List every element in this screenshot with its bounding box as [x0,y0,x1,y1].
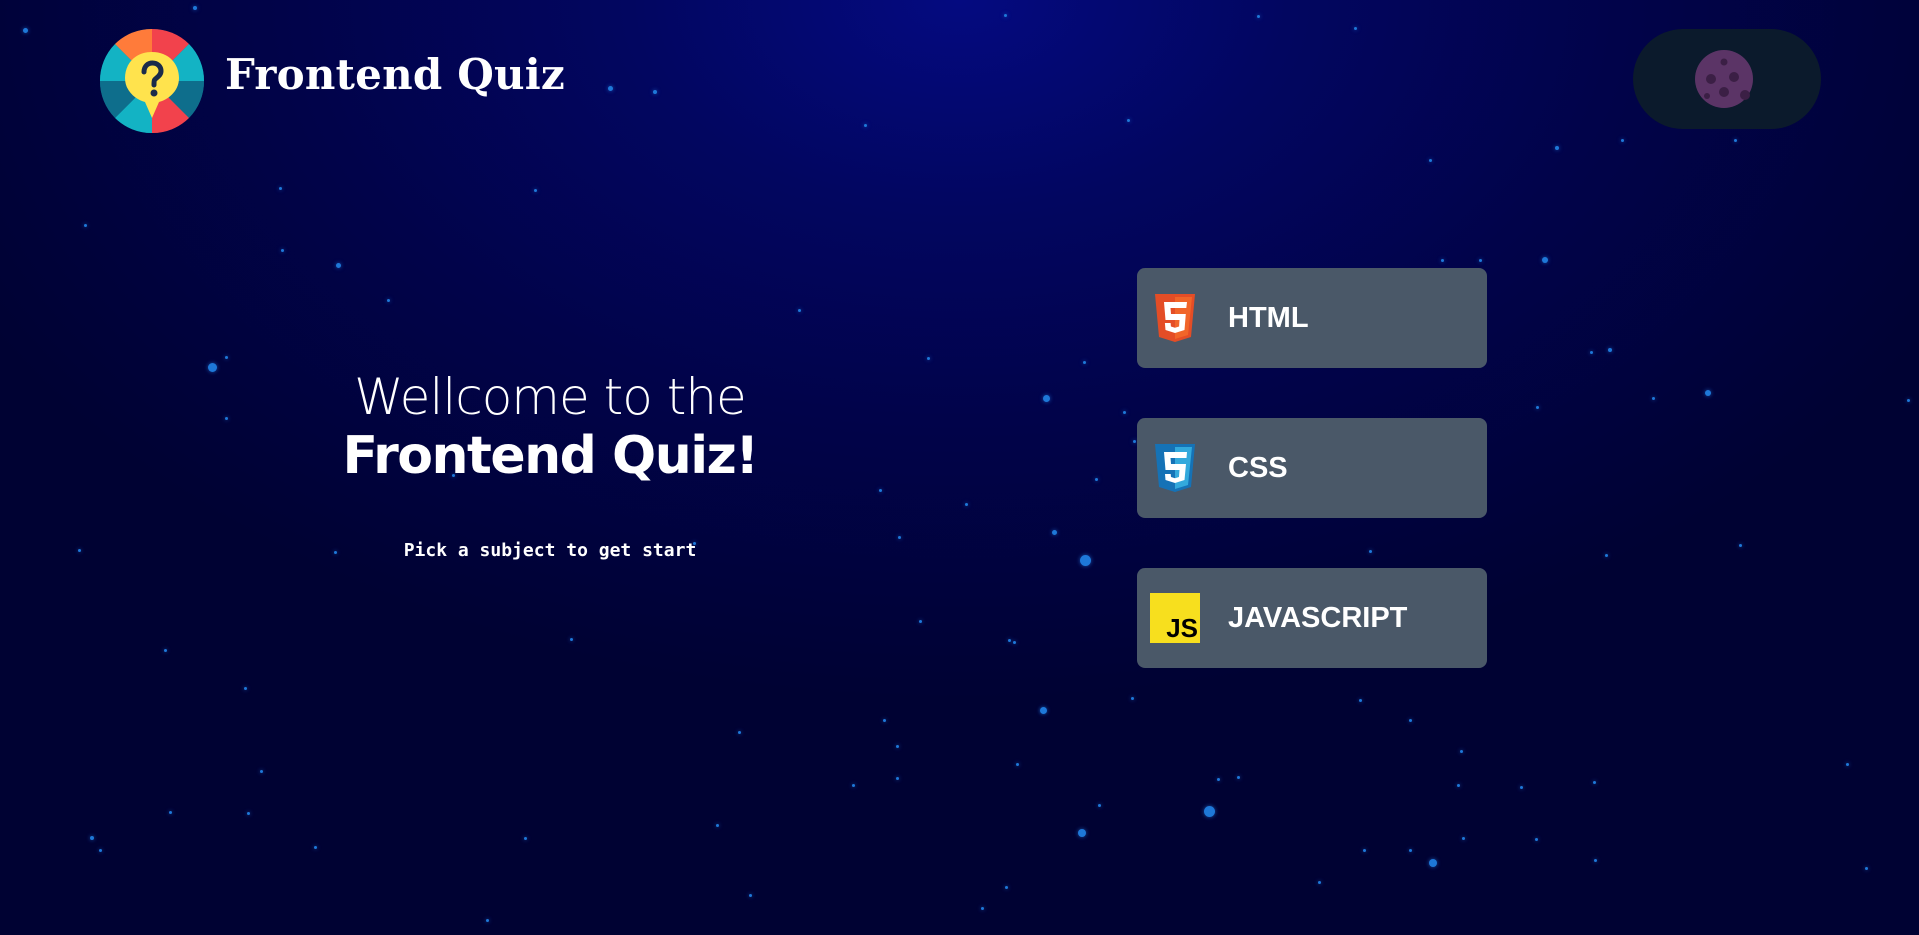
theme-toggle-button[interactable] [1633,29,1821,129]
star-dot [1039,706,1047,714]
star-dot [878,488,882,492]
subject-button-html[interactable]: HTML [1137,268,1487,368]
star-dot [533,188,537,192]
star-dot [1845,762,1849,766]
star-dot [1078,829,1086,837]
star-dot [926,356,930,360]
star-dot [797,308,801,312]
star-dot [98,848,102,852]
star-dot [280,248,284,252]
star-dot [224,355,228,359]
html5-icon [1155,294,1195,342]
star-dot [1429,859,1437,867]
star-dot [77,548,81,552]
star-dot [895,744,899,748]
star-dot [1040,708,1044,712]
star-dot [386,298,390,302]
subject-list: HTML CSS JS JAVASCRIPT [1137,268,1487,718]
star-dot [1593,858,1597,862]
welcome-subtitle: Pick a subject to get start [403,540,697,561]
star-dot [1738,543,1742,547]
star-dot [1608,348,1612,352]
star-dot [1592,780,1596,784]
star-dot [1236,775,1240,779]
star-dot [1094,477,1098,481]
star-dot [918,619,922,623]
star-dot [1705,390,1711,396]
js-icon: JS [1150,593,1200,643]
star-dot [1408,848,1412,852]
star-dot [851,783,855,787]
star-dot [335,262,341,268]
star-dot [246,811,250,815]
welcome-line-1: Wellcome to the [354,368,747,426]
app-title: Frontend Quiz [225,50,565,99]
star-dot [1589,350,1593,354]
star-dot [1864,866,1868,870]
star-dot [1079,554,1091,566]
subject-label-javascript: JAVASCRIPT [1228,601,1408,634]
star-dot [1097,803,1101,807]
star-dot [715,823,719,827]
star-dot [1042,394,1050,402]
star-dot [737,730,741,734]
quiz-logo-icon [99,28,205,134]
star-dot [980,906,984,910]
star-dot [1408,718,1412,722]
star-dot [243,686,247,690]
star-dot [1534,837,1538,841]
css3-icon [1155,444,1195,492]
star-dot [83,223,87,227]
welcome-line-2: Frontend Quiz! [342,426,759,486]
star-dot [1130,696,1134,700]
star-dot [897,535,901,539]
star-dot [1317,880,1321,884]
star-dot [1122,410,1126,414]
star-dot [1651,396,1655,400]
star-dot [1461,836,1465,840]
star-dot [1906,398,1910,402]
star-dot [1007,638,1011,642]
star-dot [1456,783,1460,787]
star-dot [90,836,94,840]
star-dot [1459,749,1463,753]
star-dot [485,918,489,922]
star-dot [1440,258,1444,262]
star-dot [748,893,752,897]
star-dot [882,718,886,722]
star-dot [207,362,217,372]
star-dot [1203,805,1215,817]
star-dot [1012,640,1016,644]
star-dot [1082,360,1086,364]
star-dot [1604,553,1608,557]
star-dot [1051,529,1057,535]
star-dot [1535,405,1539,409]
star-dot [964,502,968,506]
subject-button-css[interactable]: CSS [1137,418,1487,518]
welcome-heading: Wellcome to the Frontend Quiz! [290,368,810,486]
star-dot [523,836,527,840]
star-dot [895,776,899,780]
site-header: Frontend Quiz [0,0,1919,160]
star-dot [1362,848,1366,852]
star-dot [163,648,167,652]
star-dot [1132,439,1136,443]
star-dot [1015,762,1019,766]
star-dot [313,845,317,849]
subject-label-html: HTML [1228,301,1309,334]
star-dot [224,416,228,420]
star-dot [278,186,282,190]
subject-button-javascript[interactable]: JS JAVASCRIPT [1137,568,1487,668]
svg-text:JS: JS [1166,613,1198,643]
star-dot [1004,885,1008,889]
star-dot [1478,258,1482,262]
moon-icon [1695,50,1753,108]
star-dot [1519,785,1523,789]
subject-label-css: CSS [1228,451,1288,484]
star-dot [168,810,172,814]
star-dot [1216,777,1220,781]
star-dot [1542,257,1548,263]
star-dot [259,769,263,773]
star-dot [569,637,573,641]
